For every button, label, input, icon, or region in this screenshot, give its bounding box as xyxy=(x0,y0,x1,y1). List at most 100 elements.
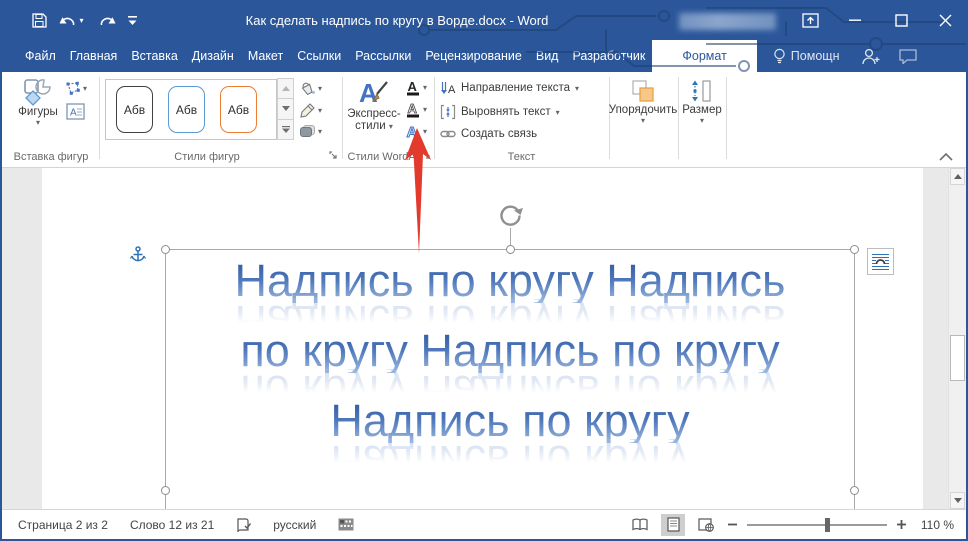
tell-me-assistant[interactable]: Помощн xyxy=(763,40,850,72)
gallery-scroll-up[interactable] xyxy=(277,78,294,99)
tab-mailings[interactable]: Рассылки xyxy=(348,40,418,72)
collapse-ribbon-button[interactable] xyxy=(938,151,954,163)
shape-style-thumb-1[interactable]: Абв xyxy=(116,86,153,133)
resize-handle-middle-right[interactable] xyxy=(850,486,859,495)
vertical-scrollbar[interactable] xyxy=(948,168,966,509)
gallery-more-button[interactable] xyxy=(277,119,294,140)
tab-developer[interactable]: Разработчик xyxy=(565,40,652,72)
save-button[interactable] xyxy=(26,8,52,32)
resize-handle-middle-left[interactable] xyxy=(161,486,170,495)
anchor-icon xyxy=(130,246,146,264)
ribbon-display-options-button[interactable] xyxy=(795,8,825,32)
tab-references[interactable]: Ссылки xyxy=(290,40,348,72)
scrollbar-thumb[interactable] xyxy=(950,335,965,381)
tab-format-active[interactable]: Формат xyxy=(652,40,756,72)
wordart-textbox[interactable]: Надпись по кругу Надпись Надпись по круг… xyxy=(165,258,855,468)
shapes-icon xyxy=(23,78,53,106)
tab-insert[interactable]: Вставка xyxy=(124,40,184,72)
web-layout-button[interactable] xyxy=(694,514,718,536)
align-text-label: Выровнять текст xyxy=(461,106,551,118)
text-fill-caret: ▾ xyxy=(423,83,427,92)
read-mode-button[interactable] xyxy=(628,514,652,536)
wordart-reflection: Надпись по кругу xyxy=(165,439,855,484)
shape-fill-button[interactable]: ▾ xyxy=(299,80,322,96)
tab-design[interactable]: Дизайн xyxy=(185,40,241,72)
maximize-button[interactable] xyxy=(886,8,916,32)
text-fill-button[interactable]: А ▾ xyxy=(405,79,427,96)
shape-styles-dialog-launcher[interactable] xyxy=(328,150,340,162)
arrange-label: Упорядочить xyxy=(609,104,677,116)
shape-style-thumb-3[interactable]: Абв xyxy=(220,86,257,133)
assistant-bulb-icon xyxy=(773,48,786,64)
word-window: ▾ Как сделать надпись по кругу в Ворде.d… xyxy=(0,0,968,541)
share-person-icon[interactable] xyxy=(861,48,881,65)
tab-file[interactable]: Файл xyxy=(18,40,63,72)
text-direction-caret: ▾ xyxy=(575,84,579,93)
rotate-handle-icon[interactable] xyxy=(497,202,524,229)
edit-shape-button[interactable]: ▾ xyxy=(65,81,87,96)
page-indicator[interactable]: Страница 2 из 2 xyxy=(18,518,108,532)
resize-handle-top-center[interactable] xyxy=(506,245,515,254)
qat-customize-icon xyxy=(127,14,138,26)
gallery-scrollbar xyxy=(277,79,294,140)
close-icon xyxy=(939,14,952,27)
tab-review[interactable]: Рецензирование xyxy=(418,40,529,72)
undo-dropdown-caret[interactable]: ▾ xyxy=(79,16,83,25)
scroll-down-button[interactable] xyxy=(950,492,965,509)
size-caret: ▾ xyxy=(700,116,704,125)
proofing-icon[interactable] xyxy=(236,517,251,533)
wordart-styles-dialog-launcher[interactable] xyxy=(421,150,433,162)
shape-effects-caret: ▾ xyxy=(318,127,322,136)
zoom-in-button[interactable] xyxy=(896,519,907,530)
align-text-caret: ▾ xyxy=(556,108,560,117)
account-name-blurred xyxy=(679,13,776,30)
gallery-scroll-down[interactable] xyxy=(277,98,294,119)
zoom-level[interactable]: 110 % xyxy=(916,518,954,532)
comments-icon[interactable] xyxy=(899,49,917,64)
quick-styles-icon: A xyxy=(357,78,391,108)
shape-effects-button[interactable]: ▾ xyxy=(299,124,322,139)
gallery-up-icon xyxy=(282,86,290,91)
text-direction-button[interactable]: А Направление текста ▾ xyxy=(440,80,579,96)
customize-quick-access-button[interactable] xyxy=(122,8,142,32)
quick-styles-caret: ▾ xyxy=(389,122,393,131)
print-layout-button[interactable] xyxy=(661,514,685,536)
resize-handle-top-right[interactable] xyxy=(850,245,859,254)
arrange-button[interactable]: Упорядочить ▾ xyxy=(612,78,674,125)
zoom-slider-handle[interactable] xyxy=(825,518,830,532)
text-outline-button[interactable]: А ▾ xyxy=(405,101,427,118)
draw-textbox-button[interactable]: A xyxy=(66,103,85,120)
ribbon-tab-bar: Файл Главная Вставка Дизайн Макет Ссылки… xyxy=(2,40,966,72)
word-count[interactable]: Слово 12 из 21 xyxy=(130,518,214,532)
wordart-line-1: Надпись по кругу Надпись Надпись по круг… xyxy=(165,258,855,328)
undo-icon xyxy=(58,13,77,28)
gallery-more-icon xyxy=(282,126,290,133)
redo-button[interactable] xyxy=(94,8,120,32)
wordart-line-3: Надпись по кругу Надпись по кругу xyxy=(165,398,855,468)
minimize-button[interactable] xyxy=(840,8,870,32)
layout-options-button[interactable] xyxy=(867,248,894,275)
keyboard-icon[interactable] xyxy=(338,518,354,531)
shape-outline-caret: ▾ xyxy=(318,106,322,115)
shape-style-thumb-2[interactable]: Абв xyxy=(168,86,205,133)
tab-view[interactable]: Вид xyxy=(529,40,566,72)
document-area[interactable]: Надпись по кругу Надпись Надпись по круг… xyxy=(2,168,966,509)
shapes-button[interactable]: Фигуры ▾ xyxy=(12,78,64,127)
text-effects-button[interactable]: А ▾ xyxy=(405,123,427,140)
zoom-slider[interactable] xyxy=(747,524,887,526)
shape-outline-button[interactable]: ▾ xyxy=(299,102,322,118)
resize-handle-top-left[interactable] xyxy=(161,245,170,254)
zoom-out-button[interactable] xyxy=(727,519,738,530)
close-button[interactable] xyxy=(930,8,960,32)
tab-layout[interactable]: Макет xyxy=(241,40,290,72)
scroll-up-button[interactable] xyxy=(950,168,965,185)
align-text-button[interactable]: Выровнять текст ▾ xyxy=(440,104,560,120)
quick-styles-button[interactable]: A Экспресс- стили ▾ xyxy=(346,78,402,132)
svg-text:A: A xyxy=(359,78,378,108)
language-indicator[interactable]: русский xyxy=(273,518,316,532)
create-link-icon xyxy=(440,128,456,140)
create-link-button[interactable]: Создать связь xyxy=(440,128,537,140)
tab-home[interactable]: Главная xyxy=(63,40,125,72)
size-button[interactable]: Размер ▾ xyxy=(680,78,724,125)
undo-button[interactable]: ▾ xyxy=(54,8,88,32)
